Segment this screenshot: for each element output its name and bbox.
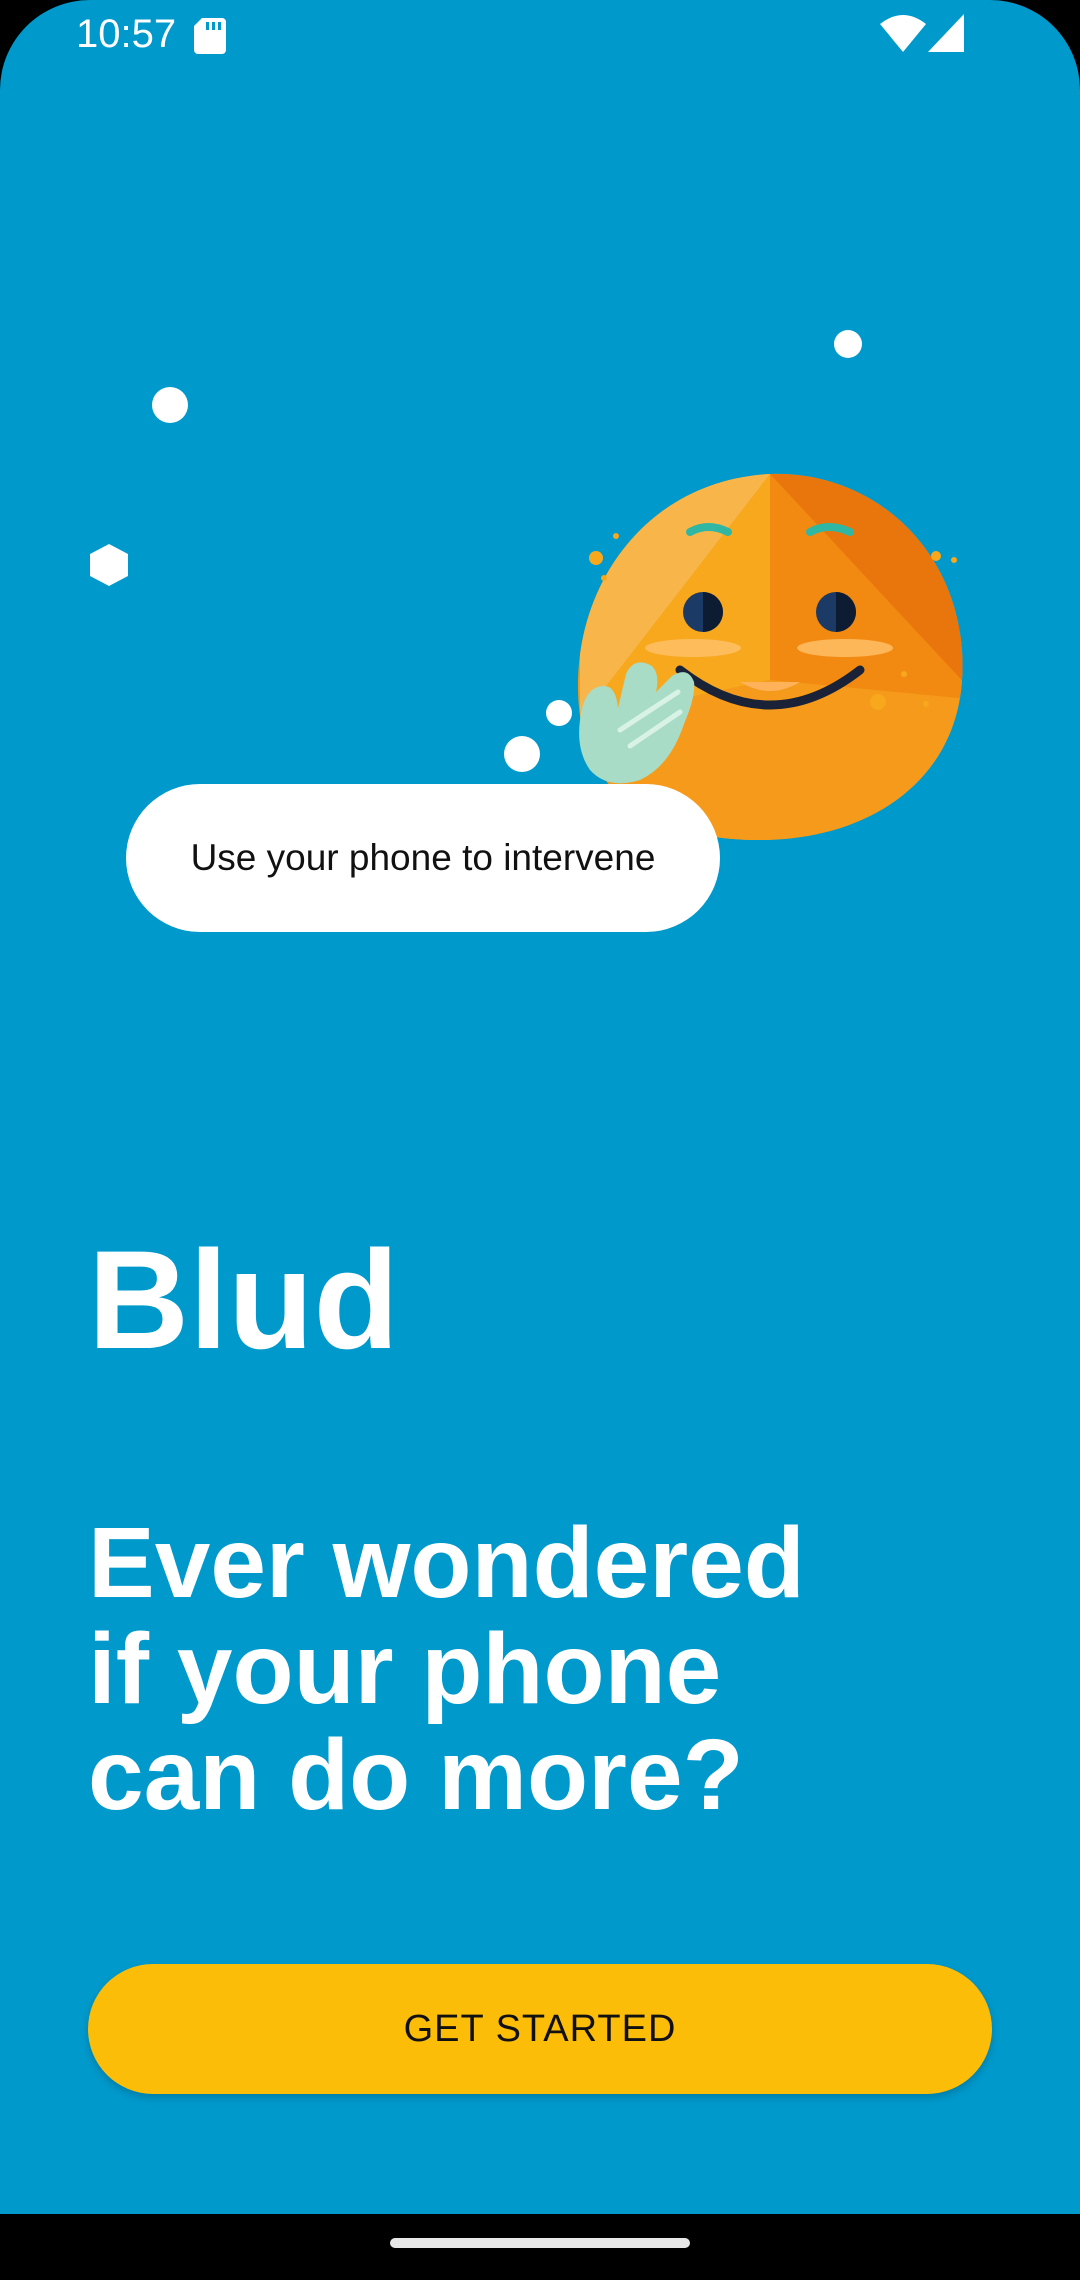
get-started-label: GET STARTED (403, 2007, 677, 2050)
decor-dot (504, 736, 540, 772)
headline-line: can do more? (88, 1719, 744, 1831)
cellular-signal-icon (928, 14, 964, 52)
decor-hexagon (90, 544, 128, 586)
decor-dot (834, 330, 862, 358)
home-gesture-handle[interactable] (390, 2238, 690, 2248)
headline: Ever wondered if your phone can do more? (88, 1510, 988, 1828)
status-time: 10:57 (76, 12, 177, 56)
speech-bubble-text: Use your phone to intervene (190, 837, 656, 878)
get-started-button[interactable]: GET STARTED (88, 1964, 992, 2094)
app-title: Blud (88, 1221, 400, 1378)
status-bar: 10:57 (0, 0, 1080, 72)
sd-card-icon (194, 18, 226, 54)
headline-line: Ever wondered (88, 1507, 805, 1619)
wifi-icon (880, 15, 926, 52)
onboarding-screen: 10:57 Use your phone to intervene Blud E… (0, 0, 1080, 2280)
decor-dot (152, 387, 188, 423)
headline-line: if your phone (88, 1613, 722, 1725)
speech-bubble: Use your phone to intervene (126, 784, 720, 932)
